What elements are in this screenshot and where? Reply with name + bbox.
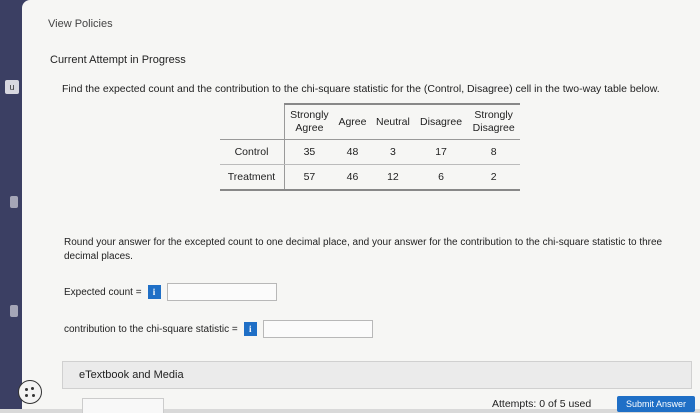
column-header: Neutral (371, 103, 415, 140)
table-cell: 57 (284, 164, 334, 191)
two-way-table: Strongly Agree Agree Neutral Disagree St… (220, 103, 520, 191)
question-text: Find the expected count and the contribu… (62, 83, 660, 95)
column-header: Strongly Agree (283, 103, 334, 140)
info-icon[interactable]: i (147, 285, 161, 299)
table-cell: 48 (333, 139, 372, 165)
expected-count-input[interactable] (166, 283, 277, 301)
expected-count-label: Expected count = (64, 286, 142, 298)
attempts-counter: Attempts: 0 of 5 used (492, 398, 592, 410)
rail-marker (10, 196, 18, 208)
row-label: Control (220, 139, 285, 165)
column-header: Agree (333, 103, 372, 140)
rounding-instructions: Round your answer for the excepted count… (64, 237, 663, 262)
rail-marker (10, 305, 18, 317)
column-header-line: Strongly (474, 109, 513, 121)
submit-answer-button[interactable]: Submit Answer (617, 396, 695, 412)
table-cell: 6 (414, 164, 468, 191)
table-row: Control 35 48 3 17 8 (220, 139, 520, 165)
table-corner (220, 104, 285, 140)
help-palette-icon[interactable] (18, 380, 42, 404)
contribution-input[interactable] (262, 320, 373, 338)
table-header-row: Strongly Agree Agree Neutral Disagree St… (220, 103, 520, 140)
column-header-line: Disagree (472, 122, 515, 134)
contribution-row: contribution to the chi-square statistic… (64, 320, 373, 338)
info-icon[interactable]: i (243, 322, 257, 336)
column-header: Strongly Disagree (467, 103, 520, 140)
table-cell: 35 (284, 139, 334, 165)
table-cell: 12 (371, 164, 415, 191)
table-cell: 2 (467, 164, 520, 191)
table-cell: 8 (467, 139, 520, 165)
contribution-label: contribution to the chi-square statistic… (64, 323, 238, 335)
row-label: Treatment (220, 164, 285, 191)
expected-count-row: Expected count = i (64, 283, 277, 301)
table-cell: 46 (333, 164, 372, 191)
question-sheet: View Policies Current Attempt in Progres… (22, 0, 700, 413)
table-cell: 3 (371, 139, 415, 165)
column-header-line: Disagree (420, 115, 463, 128)
view-policies-link[interactable]: View Policies (48, 18, 113, 30)
column-header: Disagree (414, 103, 468, 140)
attempt-title: Current Attempt in Progress (50, 54, 186, 66)
rail-badge[interactable]: u (5, 80, 19, 94)
etextbook-media-panel[interactable]: eTextbook and Media (62, 361, 692, 389)
column-header-line: Strongly (290, 109, 329, 121)
table-cell: 17 (414, 139, 468, 165)
table-row: Treatment 57 46 12 6 2 (220, 164, 520, 191)
column-header-line: Agree (295, 122, 324, 134)
column-header-line: Neutral (375, 115, 410, 128)
column-header-line: Agree (338, 115, 367, 128)
bottom-tab (82, 398, 164, 413)
